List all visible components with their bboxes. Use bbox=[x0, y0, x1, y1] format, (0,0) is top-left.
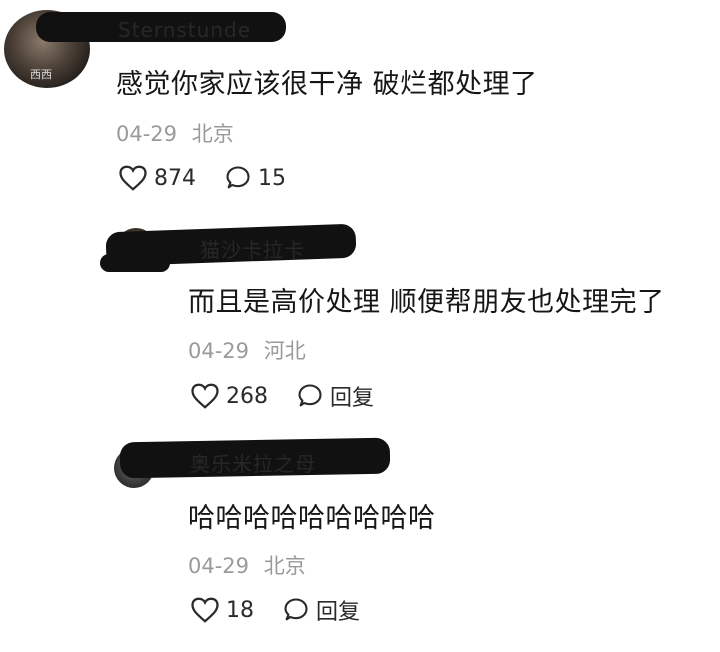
reply-label: 回复 bbox=[316, 600, 361, 625]
reply-button[interactable]: 回复 bbox=[296, 380, 374, 412]
reply-count: 15 bbox=[258, 165, 286, 191]
comment-meta: 04-29 河北 bbox=[188, 335, 306, 365]
like-button[interactable]: 18 bbox=[190, 596, 254, 624]
comment-date: 04-29 bbox=[188, 554, 250, 578]
speech-bubble-icon bbox=[298, 384, 322, 407]
heart-outline-icon bbox=[191, 597, 219, 623]
comment-actions: 18 回复 bbox=[190, 594, 388, 626]
username[interactable]: Sternstunde bbox=[118, 18, 251, 42]
username-redaction-2 bbox=[100, 254, 170, 272]
comment-meta: 04-29 北京 bbox=[116, 118, 234, 148]
like-button[interactable]: 874 bbox=[118, 164, 196, 192]
avatar-text: 西西 bbox=[30, 68, 52, 81]
heart-outline-icon bbox=[119, 165, 147, 191]
heart-outline-icon bbox=[191, 383, 219, 409]
comment-location: 河北 bbox=[263, 339, 306, 363]
reply-button[interactable]: 15 bbox=[224, 164, 286, 192]
reply-button[interactable]: 回复 bbox=[282, 594, 360, 626]
comment-actions: 268 回复 bbox=[190, 380, 402, 412]
comment-text: 感觉你家应该很干净 破烂都处理了 bbox=[116, 69, 538, 100]
speech-bubble-icon bbox=[226, 166, 250, 189]
username[interactable]: 奥乐米拉之母 bbox=[190, 448, 316, 477]
comment-date: 04-29 bbox=[188, 339, 250, 363]
like-count: 268 bbox=[226, 383, 268, 409]
comment-location: 北京 bbox=[191, 122, 234, 146]
like-count: 874 bbox=[154, 165, 196, 191]
comment-date: 04-29 bbox=[116, 122, 178, 146]
comment-location: 北京 bbox=[263, 554, 306, 578]
like-button[interactable]: 268 bbox=[190, 382, 268, 410]
comment-text: 而且是高价处理 顺便帮朋友也处理完了 bbox=[188, 287, 665, 318]
reply-label: 回复 bbox=[330, 386, 375, 411]
comment-text: 哈哈哈哈哈哈哈哈哈 bbox=[188, 503, 436, 534]
username[interactable]: 猫沙卡拉卡 bbox=[200, 234, 305, 263]
speech-bubble-icon bbox=[284, 598, 308, 621]
like-count: 18 bbox=[226, 597, 254, 623]
comment-meta: 04-29 北京 bbox=[188, 550, 306, 580]
comment-actions: 874 15 bbox=[118, 164, 314, 192]
